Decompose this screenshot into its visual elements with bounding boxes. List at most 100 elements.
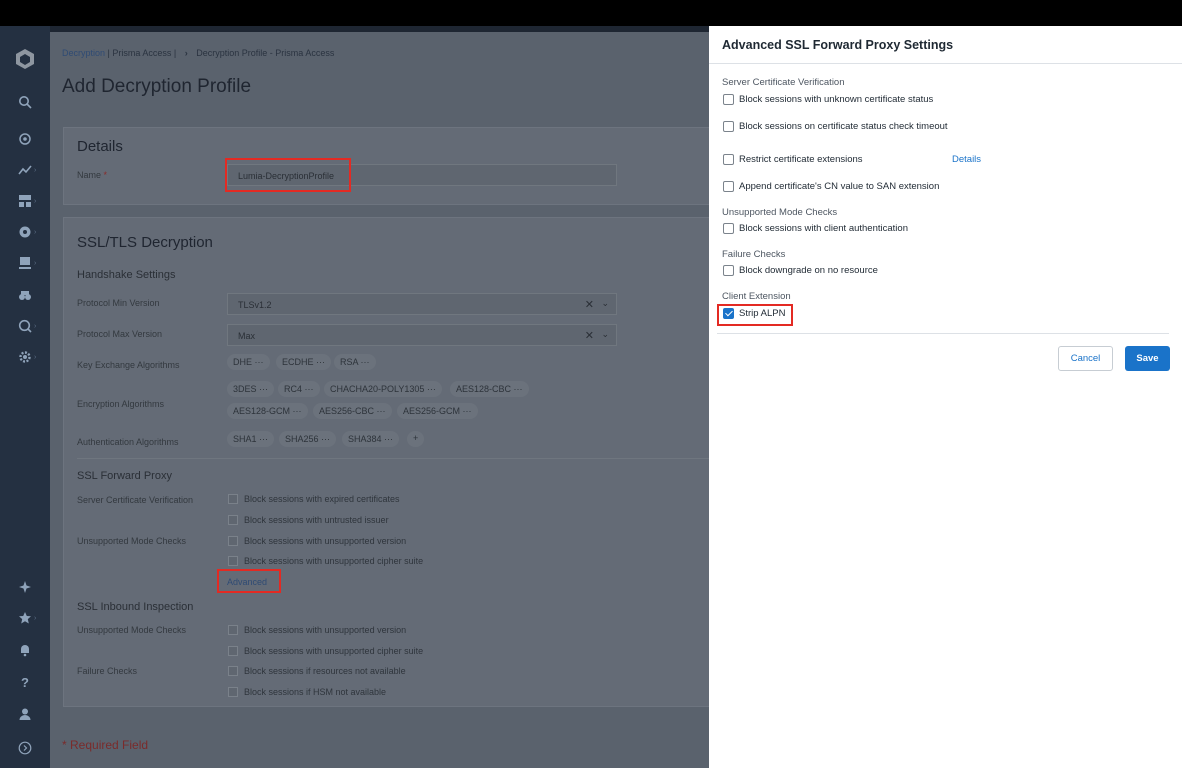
- checkbox-append-cn[interactable]: [723, 181, 734, 192]
- label-inb-unsupported-cipher: Block sessions with unsupported cipher s…: [244, 646, 424, 656]
- cancel-button[interactable]: Cancel: [1058, 346, 1113, 371]
- user-icon[interactable]: [17, 706, 33, 722]
- checkbox-client-auth[interactable]: [723, 223, 734, 234]
- chip-dhe[interactable]: DHE ···: [227, 354, 270, 370]
- panel-footer-divider: [717, 333, 1169, 334]
- query-icon[interactable]: [17, 318, 33, 334]
- label-inb-unsupported-version: Block sessions with unsupported version: [244, 625, 407, 635]
- checkbox-downgrade[interactable]: [723, 265, 734, 276]
- expand-sidebar-icon[interactable]: [17, 740, 33, 756]
- divider: [77, 458, 733, 459]
- protocol-max-select[interactable]: Max ✕ ⌄: [227, 324, 617, 346]
- chip-rc4[interactable]: RC4 ···: [278, 381, 320, 397]
- checkbox-inb-unsupported-version[interactable]: [228, 625, 238, 635]
- breadcrumb: Decryption | Prisma Access | › Decryptio…: [62, 48, 334, 58]
- chevron-right-icon: ›: [34, 354, 37, 361]
- name-label: Name *: [77, 170, 108, 180]
- chip-sha1[interactable]: SHA1 ···: [227, 431, 275, 447]
- chevron-down-icon[interactable]: ⌄: [601, 298, 609, 309]
- clear-icon[interactable]: ✕: [585, 329, 594, 342]
- add-chip-button[interactable]: +: [407, 431, 425, 447]
- label-client-auth: Block sessions with client authenticatio…: [739, 223, 908, 234]
- label-restrict-extensions: Restrict certificate extensions: [739, 154, 863, 165]
- unsupported-mode-heading: Unsupported Mode Checks: [722, 207, 838, 218]
- chevron-right-icon: ›: [34, 229, 37, 236]
- checkbox-restrict-extensions[interactable]: [723, 154, 734, 165]
- binoculars-icon[interactable]: [17, 287, 33, 303]
- label-inb-hsm: Block sessions if HSM not available: [244, 687, 387, 697]
- chip-aes128-gcm[interactable]: AES128-GCM ···: [227, 403, 308, 419]
- authentication-label: Authentication Algorithms: [77, 437, 179, 447]
- checkbox-unsupported-cipher[interactable]: [228, 556, 238, 566]
- clear-icon[interactable]: ✕: [585, 298, 594, 311]
- gear-icon[interactable]: [17, 349, 33, 365]
- help-icon[interactable]: ?: [17, 674, 33, 690]
- label-append-cn: Append certificate's CN value to SAN ext…: [739, 181, 940, 192]
- ssl-forward-proxy-heading: SSL Forward Proxy: [77, 470, 172, 482]
- chip-aes256-gcm[interactable]: AES256-GCM ···: [397, 403, 478, 419]
- chip-aes128-cbc[interactable]: AES128-CBC ···: [450, 381, 529, 397]
- details-card: Details Name * Lumia-DecryptionProfile: [63, 127, 745, 205]
- advanced-settings-panel: Advanced SSL Forward Proxy Settings Serv…: [709, 26, 1182, 768]
- inb-failure-checks-label: Failure Checks: [77, 666, 138, 676]
- chevron-right-icon: ›: [34, 323, 37, 330]
- page-title: Add Decryption Profile: [62, 76, 252, 97]
- chip-3des[interactable]: 3DES ···: [227, 381, 275, 397]
- checkbox-inb-hsm[interactable]: [228, 687, 238, 697]
- top-bar: [0, 0, 1182, 26]
- breadcrumb-current: Decryption Profile - Prisma Access: [196, 48, 335, 58]
- checkbox-inb-unsupported-cipher[interactable]: [228, 646, 238, 656]
- fwd-unsupported-mode-label: Unsupported Mode Checks: [77, 536, 187, 546]
- encryption-label: Encryption Algorithms: [77, 399, 165, 409]
- chevron-right-icon: ›: [184, 48, 188, 58]
- checkbox-untrusted-issuer[interactable]: [228, 515, 238, 525]
- star-icon[interactable]: [17, 610, 33, 626]
- server-cert-verification-heading: Server Certificate Verification: [722, 77, 845, 88]
- bell-icon[interactable]: [17, 642, 33, 658]
- handshake-settings-heading: Handshake Settings: [77, 269, 176, 281]
- chip-chacha20[interactable]: CHACHA20-POLY1305 ···: [324, 381, 442, 397]
- chip-ecdhe[interactable]: ECDHE ···: [276, 354, 332, 370]
- chip-sha384[interactable]: SHA384 ···: [342, 431, 400, 447]
- label-unsupported-cipher: Block sessions with unsupported cipher s…: [244, 556, 424, 566]
- save-button[interactable]: Save: [1125, 346, 1170, 371]
- inb-unsupported-mode-label: Unsupported Mode Checks: [77, 625, 187, 635]
- network-icon[interactable]: [17, 224, 33, 240]
- sparkle-icon[interactable]: [17, 579, 33, 595]
- details-link[interactable]: Details: [952, 154, 981, 165]
- protocol-min-label: Protocol Min Version: [77, 298, 160, 308]
- label-untrusted-issuer: Block sessions with untrusted issuer: [244, 515, 389, 525]
- prisma-logo-icon[interactable]: [14, 48, 36, 70]
- chevron-right-icon: ›: [34, 615, 37, 622]
- ssl-inbound-heading: SSL Inbound Inspection: [77, 601, 194, 613]
- failure-checks-heading: Failure Checks: [722, 249, 786, 260]
- label-downgrade: Block downgrade on no resource: [739, 265, 878, 276]
- chevron-right-icon: ›: [34, 260, 37, 267]
- checkbox-unsupported-version[interactable]: [228, 536, 238, 546]
- protocol-min-select[interactable]: TLSv1.2 ✕ ⌄: [227, 293, 617, 315]
- highlight-name-input: [225, 158, 351, 192]
- details-title: Details: [77, 138, 123, 155]
- fwd-server-cert-label: Server Certificate Verification: [77, 495, 194, 505]
- checkbox-expired-certs[interactable]: [228, 494, 238, 504]
- required-field-note: * Required Field: [62, 738, 149, 752]
- checkbox-unknown-cert-status[interactable]: [723, 94, 734, 105]
- activity-icon[interactable]: [17, 162, 33, 178]
- chip-rsa[interactable]: RSA ···: [334, 354, 376, 370]
- chip-aes256-cbc[interactable]: AES256-CBC ···: [313, 403, 392, 419]
- checkbox-inb-resources[interactable]: [228, 666, 238, 676]
- ssl-tls-card: SSL/TLS Decryption Handshake Settings Pr…: [63, 217, 745, 707]
- ssl-tls-title: SSL/TLS Decryption: [77, 234, 213, 251]
- dashboard-icon[interactable]: [17, 193, 33, 209]
- breadcrumb-link-decryption[interactable]: Decryption: [62, 48, 105, 58]
- chip-sha256[interactable]: SHA256 ···: [279, 431, 337, 447]
- checkbox-cert-status-timeout[interactable]: [723, 121, 734, 132]
- radar-icon[interactable]: [17, 131, 33, 147]
- highlight-strip-alpn: [717, 304, 793, 326]
- workflow-icon[interactable]: [17, 255, 33, 271]
- label-inb-resources: Block sessions if resources not availabl…: [244, 666, 406, 676]
- chevron-down-icon[interactable]: ⌄: [601, 329, 609, 340]
- search-icon[interactable]: [17, 94, 33, 110]
- label-cert-status-timeout: Block sessions on certificate status che…: [739, 121, 948, 132]
- panel-title: Advanced SSL Forward Proxy Settings: [722, 38, 954, 52]
